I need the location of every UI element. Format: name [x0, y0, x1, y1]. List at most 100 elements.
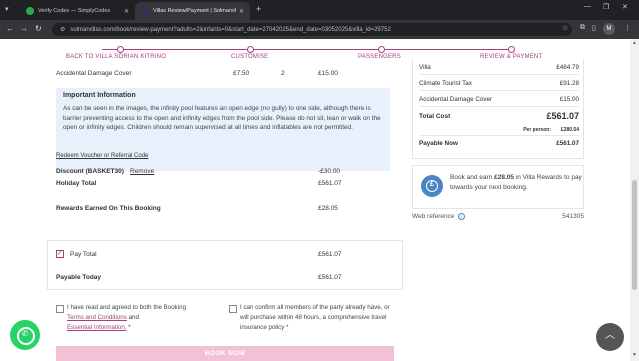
- simplycodes-favicon: [26, 7, 34, 15]
- summary-tax-label: Climate Tourist Tax: [419, 80, 472, 87]
- summary-divider: [419, 106, 579, 107]
- summary-damage-value: £15.00: [559, 96, 579, 103]
- step-customise[interactable]: CUSTOMISE: [231, 54, 268, 60]
- stepper-line: [102, 49, 512, 50]
- tab-search-icon[interactable]: ▾: [5, 5, 9, 13]
- step-dot-villa: [117, 46, 124, 53]
- close-tab-icon[interactable]: ✕: [239, 8, 244, 15]
- price-summary: Villa £484.79 Climate Tourist Tax £91.28…: [412, 59, 584, 159]
- summary-villa-label: Villa: [419, 64, 431, 71]
- terms-text: I have read and agreed to both the Booki…: [67, 303, 217, 333]
- book-now-button[interactable]: BOOK NOW: [56, 346, 394, 361]
- summary-divider: [419, 135, 579, 136]
- pay-total-value: £561.07: [318, 251, 342, 258]
- summary-tax-value: £91.28: [559, 80, 579, 87]
- chevron-up-icon: ︿: [605, 330, 615, 341]
- damage-cover-unit-price: £7.50: [233, 70, 250, 77]
- summary-villa: Villa £484.79: [419, 64, 579, 71]
- summary-tax: Climate Tourist Tax £91.28: [419, 80, 579, 87]
- essential-information-link[interactable]: Essential Information.: [67, 324, 127, 331]
- summary-divider: [419, 74, 579, 75]
- url-text: solmarvillas.com/book/review-payment?adu…: [70, 26, 391, 33]
- rewards-earned-label: Rewards Earned On This Booking: [56, 205, 161, 212]
- discount-value: -£30.00: [318, 168, 341, 175]
- important-info-text: As can be seen in the images, the infini…: [63, 105, 381, 132]
- step-dot-passengers: [378, 46, 385, 53]
- damage-cover-total: £15.00: [318, 70, 338, 77]
- terms-asterisk: *: [128, 324, 131, 331]
- important-info-title: Important Information: [63, 92, 136, 99]
- damage-cover-label: Accidental Damage Cover: [56, 70, 132, 77]
- rewards-amount: £28.05: [494, 174, 514, 181]
- web-reference: Web reference i 541305: [412, 213, 584, 220]
- holiday-total-label: Holiday Total: [56, 180, 97, 187]
- reload-icon[interactable]: ↻: [35, 24, 42, 33]
- step-dot-review: [508, 46, 515, 53]
- back-to-top-button[interactable]: ︿: [596, 323, 624, 351]
- tab-verify-codes[interactable]: Verify Codes — SimplyCodes ✕: [20, 2, 135, 20]
- holiday-total-value: £561.07: [318, 180, 342, 187]
- damage-cover-qty: 2: [281, 70, 285, 77]
- profile-avatar[interactable]: M: [603, 23, 615, 35]
- summary-damage-label: Accidental Damage Cover: [419, 96, 493, 103]
- payable-today-value: £561.07: [318, 274, 342, 281]
- summary-total-value: £561.07: [546, 111, 579, 121]
- pay-total-label[interactable]: Pay Total: [70, 251, 97, 258]
- villa-rewards-card: £ Book and earn £28.05 in Villa Rewards …: [412, 165, 584, 209]
- back-icon[interactable]: ←: [6, 24, 14, 33]
- sidebar-icon[interactable]: ▯: [592, 24, 596, 32]
- url-field[interactable]: ⚙ solmarvillas.com/book/review-payment?a…: [52, 23, 572, 36]
- menu-dots-icon[interactable]: ⋮: [624, 24, 631, 32]
- forward-icon[interactable]: →: [20, 24, 28, 33]
- whatsapp-phone-icon: ✆: [21, 329, 29, 338]
- extensions-icon[interactable]: ⧉: [580, 24, 585, 32]
- discount-label: Discount (BASKET30): [56, 168, 124, 175]
- payment-option-card: [47, 240, 403, 290]
- summary-divider: [419, 90, 579, 91]
- summary-villa-value: £484.79: [556, 64, 579, 71]
- step-dot-customise: [247, 46, 254, 53]
- info-icon[interactable]: i: [457, 213, 465, 220]
- redeem-voucher-link[interactable]: Redeem Voucher or Referral Code: [56, 153, 148, 159]
- summary-payable-now: Payable Now £561.07: [419, 140, 579, 147]
- address-bar-row: ← → ↻ ⚙ solmarvillas.com/book/review-pay…: [0, 20, 639, 39]
- summary-payable-value: £561.07: [556, 140, 579, 147]
- summary-per-person: Per person: £280.54: [419, 127, 579, 133]
- summary-per-person-value: £280.54: [560, 127, 579, 133]
- rewards-coin-icon: £: [421, 175, 443, 197]
- summary-per-person-label: Per person:: [523, 127, 551, 133]
- web-reference-value: 541305: [562, 213, 584, 220]
- tab-villas-review[interactable]: Villas Review/Payment | Solmarvilla ✕: [135, 2, 250, 20]
- tab-strip: ▾ Verify Codes — SimplyCodes ✕ Villas Re…: [0, 0, 639, 20]
- scrollbar-thumb[interactable]: [632, 180, 637, 290]
- rewards-pre: Book and earn: [450, 174, 493, 181]
- step-passengers[interactable]: PASSENGERS: [358, 54, 401, 60]
- maximize-icon[interactable]: ❐: [603, 3, 609, 11]
- scroll-down-arrow-icon[interactable]: ▼: [632, 352, 637, 358]
- pay-total-checkbox[interactable]: [56, 249, 64, 258]
- close-window-icon[interactable]: ✕: [622, 3, 628, 11]
- summary-total-label: Total Cost: [419, 113, 451, 120]
- rewards-earned-value: £28.05: [318, 205, 338, 212]
- tab-title: Verify Codes — SimplyCodes: [38, 8, 111, 14]
- new-tab-icon[interactable]: +: [256, 4, 261, 14]
- summary-damage: Accidental Damage Cover £15.00: [419, 96, 579, 103]
- step-back-to-villa[interactable]: BACK TO VILLA SORIAN KITRINO: [66, 54, 166, 60]
- terms-checkbox[interactable]: [56, 305, 64, 313]
- insurance-asterisk: *: [286, 324, 289, 331]
- summary-payable-label: Payable Now: [419, 140, 458, 147]
- terms-conditions-link[interactable]: Terms and Conditions: [67, 314, 127, 321]
- site-info-icon[interactable]: ⚙: [60, 26, 65, 33]
- whatsapp-chat-button[interactable]: ✆: [10, 320, 40, 350]
- minimize-icon[interactable]: —: [584, 3, 591, 10]
- tab-title: Villas Review/Payment | Solmarvilla: [153, 8, 236, 14]
- scroll-up-arrow-icon[interactable]: ▲: [632, 40, 637, 46]
- insurance-confirm-text: I can confirm all members of the party a…: [240, 304, 390, 331]
- web-reference-label: Web reference: [412, 213, 455, 221]
- close-tab-icon[interactable]: ✕: [124, 8, 129, 15]
- bookmark-star-icon[interactable]: ☆: [562, 24, 568, 32]
- terms-and: and: [128, 314, 139, 321]
- remove-discount-link[interactable]: Remove: [130, 168, 154, 175]
- insurance-checkbox[interactable]: [229, 305, 237, 313]
- terms-prefix: I have read and agreed to both the Booki…: [67, 304, 187, 311]
